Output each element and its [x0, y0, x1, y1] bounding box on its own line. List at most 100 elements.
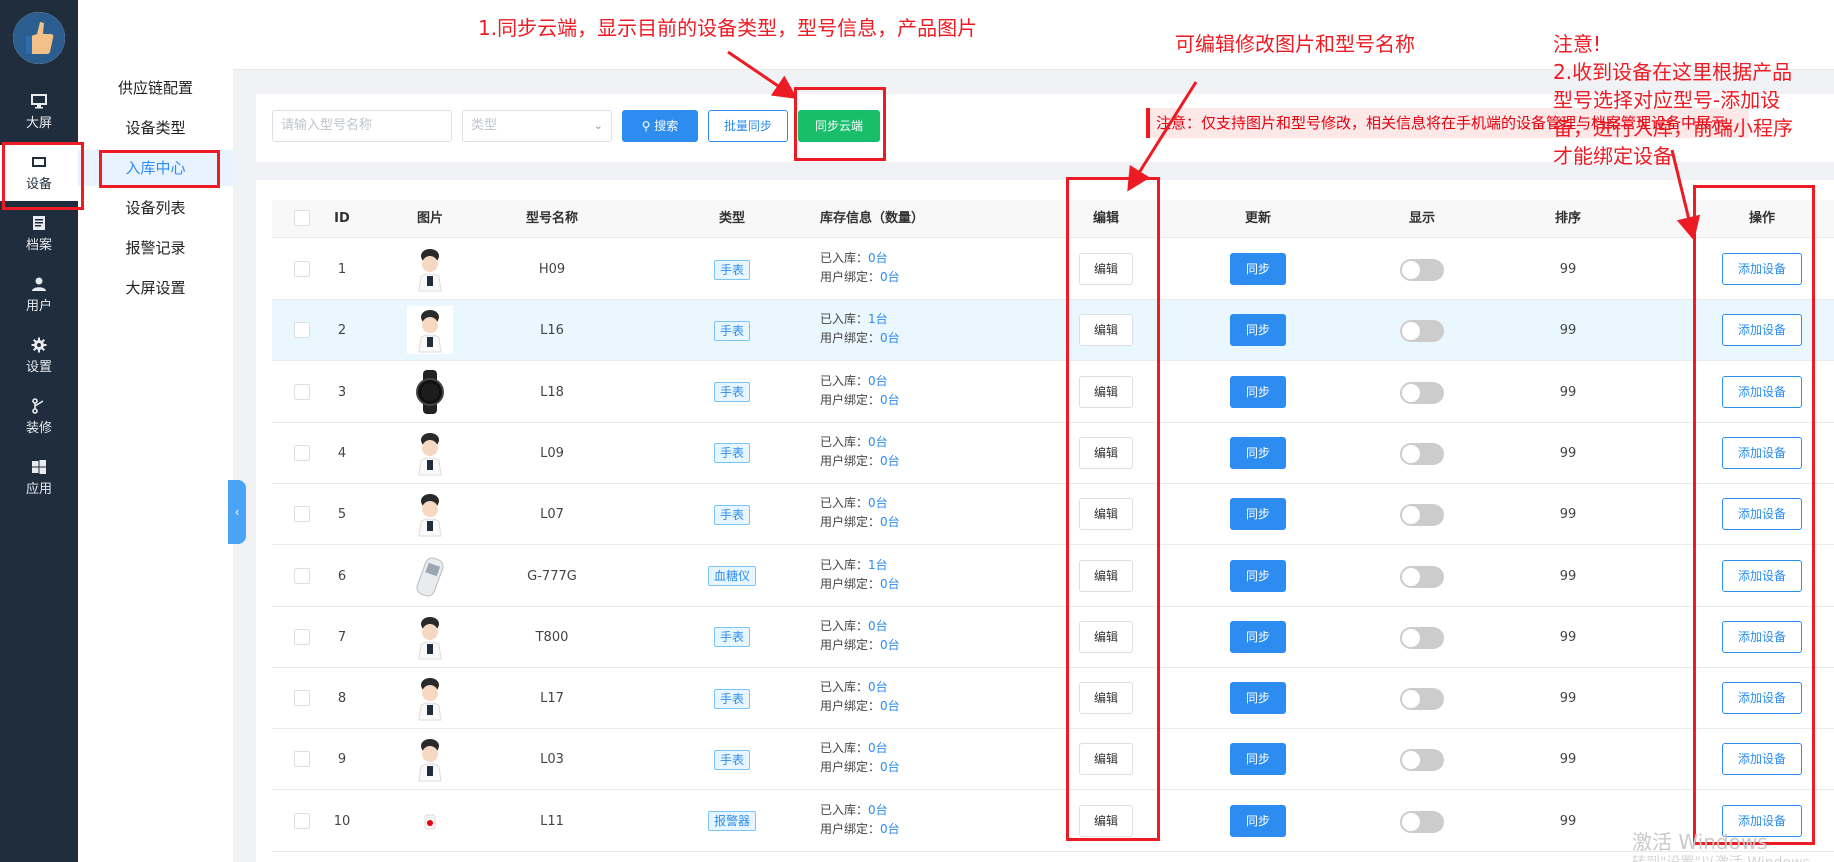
sync-button[interactable]: 同步 [1230, 682, 1286, 715]
row-checkbox[interactable] [294, 628, 310, 645]
stock-in-value: 0台 [868, 251, 888, 265]
table-header: ID 图片 型号名称 类型 库存信息（数量） 编辑 更新 显示 排序 操作 [272, 200, 1834, 238]
row-checkbox[interactable] [294, 444, 310, 461]
type-tag: 血糖仪 [707, 566, 756, 586]
row-checkbox[interactable] [294, 506, 310, 523]
model-search-input[interactable]: 请输入型号名称 [272, 110, 452, 142]
toggle-knob [1402, 690, 1420, 709]
search-button-label: 搜索 [654, 119, 679, 133]
batch-sync-button[interactable]: 批量同步 [708, 110, 788, 142]
annotation-note-title: 注意! [1553, 32, 1602, 56]
product-image[interactable] [407, 428, 453, 477]
product-image[interactable] [407, 490, 453, 539]
show-toggle[interactable] [1400, 442, 1444, 465]
row-id: 3 [337, 384, 347, 400]
toggle-knob [1402, 567, 1420, 586]
highlight-device-nav [2, 142, 84, 210]
stock-in-line: 已入库：0台 [820, 494, 900, 513]
sync-button[interactable]: 同步 [1230, 743, 1286, 776]
row-checkbox[interactable] [294, 751, 310, 768]
nav-item-archive[interactable]: 档案 [0, 206, 78, 262]
row-model-name: L07 [540, 507, 564, 523]
row-checkbox[interactable] [294, 261, 310, 277]
stock-in-label: 已入库： [820, 618, 869, 633]
product-image[interactable] [407, 674, 453, 723]
product-image[interactable] [407, 551, 453, 600]
highlight-edit-column [1066, 177, 1160, 841]
type-tag: 报警器 [707, 811, 756, 832]
model-table: ID 图片 型号名称 类型 库存信息（数量） 编辑 更新 显示 排序 操作 1 H… [256, 180, 1834, 862]
show-toggle[interactable] [1400, 810, 1444, 833]
stock-in-line: 已入库：0台 [820, 739, 900, 758]
row-sort: 99 [1559, 568, 1577, 584]
type-tag: 手表 [713, 382, 750, 403]
product-image[interactable] [407, 796, 453, 845]
nav-item-user[interactable]: 用户 [0, 267, 78, 323]
sync-button[interactable]: 同步 [1230, 620, 1286, 653]
submenu-item[interactable]: 设备列表 [78, 190, 233, 226]
row-model-name: G-777G [527, 568, 577, 584]
product-image[interactable] [407, 735, 453, 784]
sync-button[interactable]: 同步 [1230, 253, 1286, 285]
submenu-item[interactable]: 设备类型 [78, 110, 233, 146]
show-toggle[interactable] [1400, 565, 1444, 588]
col-update: 更新 [1244, 211, 1271, 226]
show-toggle[interactable] [1400, 749, 1444, 772]
row-checkbox[interactable] [294, 690, 310, 707]
show-toggle[interactable] [1400, 259, 1444, 281]
stock-in-label: 已入库： [820, 557, 869, 572]
row-type: 手表 [672, 300, 792, 361]
product-image[interactable] [407, 245, 453, 293]
sync-button[interactable]: 同步 [1230, 375, 1286, 408]
type-select[interactable]: 类型 ⌄ [462, 110, 612, 142]
show-toggle[interactable] [1400, 320, 1444, 343]
type-tag: 手表 [713, 259, 750, 280]
row-stock: 已入库：0台 用户绑定：0台 [820, 433, 900, 471]
search-button[interactable]: ⚲ 搜索 [622, 110, 698, 142]
nav-item-monitor[interactable]: 大屏 [0, 84, 78, 140]
row-checkbox[interactable] [294, 322, 310, 339]
submenu-item[interactable]: 供应链配置 [78, 70, 233, 106]
collapse-sidebar-button[interactable]: ‹ [228, 480, 246, 544]
nav-item-gear[interactable]: 设置 [0, 328, 78, 384]
nav-item-brush[interactable]: 装修 [0, 389, 78, 445]
select-all-checkbox[interactable] [294, 210, 310, 226]
show-toggle[interactable] [1400, 381, 1444, 404]
sync-button[interactable]: 同步 [1230, 314, 1286, 347]
submenu-item[interactable]: 大屏设置 [78, 270, 233, 306]
row-checkbox[interactable] [294, 567, 310, 584]
product-image[interactable] [407, 306, 453, 355]
bound-value: 0台 [880, 821, 900, 836]
nav-item-windows[interactable]: 应用 [0, 450, 78, 506]
table-row: 5 L07 手表 已入库：0台 用户绑定：0台 编辑 同步 99 添加设备 [272, 484, 1834, 546]
sync-button[interactable]: 同步 [1230, 804, 1286, 837]
product-image[interactable] [407, 612, 453, 661]
row-model-name: L18 [540, 384, 564, 400]
highlight-cloud-sync [794, 87, 886, 161]
submenu-item[interactable]: 报警记录 [78, 230, 233, 266]
row-checkbox[interactable] [294, 383, 310, 400]
show-toggle[interactable] [1400, 688, 1444, 711]
toggle-knob [1402, 444, 1420, 463]
bound-value: 0台 [880, 576, 900, 591]
row-model-name: L17 [540, 691, 564, 707]
product-image[interactable] [407, 367, 453, 416]
windows-icon [0, 458, 78, 476]
nav-item-label: 装修 [25, 421, 52, 436]
stock-in-value: 0台 [868, 618, 888, 633]
bound-value: 0台 [880, 515, 900, 530]
show-toggle[interactable] [1400, 504, 1444, 527]
sync-button[interactable]: 同步 [1230, 559, 1286, 592]
toggle-knob [1402, 628, 1420, 647]
type-tag: 手表 [713, 688, 750, 709]
sync-button[interactable]: 同步 [1230, 498, 1286, 531]
row-stock: 已入库：1台 用户绑定：0台 [820, 556, 900, 594]
row-id: 1 [337, 262, 347, 277]
show-toggle[interactable] [1400, 626, 1444, 649]
stock-in-label: 已入库： [820, 741, 869, 756]
row-checkbox[interactable] [294, 812, 310, 829]
chevron-down-icon: ⌄ [593, 119, 603, 132]
sync-button[interactable]: 同步 [1230, 436, 1286, 469]
stock-in-label: 已入库： [820, 802, 869, 817]
nav-item-label: 大屏 [25, 116, 52, 131]
